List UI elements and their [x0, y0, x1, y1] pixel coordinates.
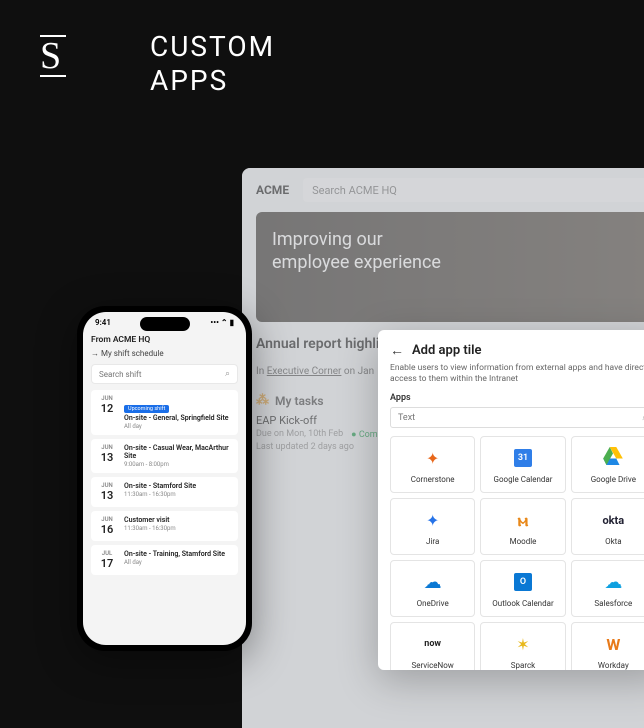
app-tile-servicenow[interactable]: now ServiceNow: [390, 622, 475, 670]
shift-badge: Upcoming shift: [124, 405, 169, 413]
apps-label: Apps: [390, 393, 644, 403]
shift-date: JUL17: [97, 550, 117, 570]
gcal-icon: 31: [512, 447, 534, 469]
shift-search[interactable]: ⌕: [91, 364, 238, 384]
shift-date: JUN12: [97, 395, 117, 430]
shift-time: 9:00am - 8:00pm: [124, 461, 232, 468]
app-name: Outlook Calendar: [492, 599, 553, 608]
app-tile-onedrive[interactable]: ☁ OneDrive: [390, 560, 475, 617]
servicenow-icon: now: [422, 633, 444, 655]
shift-title: Customer visit: [124, 516, 232, 524]
app-name: Okta: [605, 537, 622, 546]
add-app-panel: ← Add app tile Enable users to view info…: [378, 330, 644, 670]
app-name: Salesforce: [594, 599, 632, 608]
shift-schedule-link[interactable]: → My shift schedule: [91, 349, 238, 358]
panel-description: Enable users to view information from ex…: [390, 363, 644, 385]
shift-title: On-site - General, Springfield Site: [124, 414, 232, 422]
moodle-icon: ⲙ: [512, 509, 534, 531]
app-name: Workday: [598, 661, 629, 670]
app-name: Google Calendar: [494, 475, 553, 484]
shift-title: On-site - Casual Wear, MacArthur Site: [124, 444, 232, 460]
app-name: ServiceNow: [412, 661, 454, 670]
app-name: Jira: [426, 537, 439, 546]
jira-icon: ✦: [422, 509, 444, 531]
salesforce-icon: ☁: [602, 571, 624, 593]
status-icons: ••• ⌃ ▮: [210, 318, 234, 327]
shift-time: All day: [124, 423, 232, 430]
app-tile-sparck[interactable]: ✶ Sparck: [480, 622, 565, 670]
app-tile-workday[interactable]: W Workday: [571, 622, 644, 670]
app-tile-salesforce[interactable]: ☁ Salesforce: [571, 560, 644, 617]
app-tile-moodle[interactable]: ⲙ Moodle: [480, 498, 565, 555]
back-icon[interactable]: ←: [390, 342, 404, 359]
cornerstone-icon: ✦: [422, 447, 444, 469]
source-label: From ACME HQ: [91, 335, 238, 345]
app-tile-gcal[interactable]: 31 Google Calendar: [480, 436, 565, 493]
shift-item[interactable]: JUN13 On-site - Casual Wear, MacArthur Si…: [91, 439, 238, 473]
outlook-icon: O: [512, 571, 534, 593]
shift-title: On-site - Training, Stamford Site: [124, 550, 232, 558]
shift-date: JUN16: [97, 516, 117, 536]
shift-title: On-site - Stamford Site: [124, 482, 232, 490]
apps-search-input[interactable]: [398, 413, 642, 423]
shift-item[interactable]: JUN16 Customer visit11:30am - 16:30pm: [91, 511, 238, 541]
app-tile-cornerstone[interactable]: ✦ Cornerstone: [390, 436, 475, 493]
shift-date: JUN13: [97, 444, 117, 468]
app-name: Moodle: [510, 537, 537, 546]
gdrive-icon: [602, 447, 624, 469]
shift-search-input[interactable]: [99, 370, 225, 379]
shift-item[interactable]: JUN13 On-site - Stamford Site11:30am - 16…: [91, 477, 238, 507]
phone-notch: [140, 317, 190, 331]
status-time: 9:41: [95, 318, 111, 327]
app-name: Google Drive: [591, 475, 636, 484]
app-tile-gdrive[interactable]: Google Drive: [571, 436, 644, 493]
search-icon: ⌕: [225, 369, 230, 379]
shift-date: JUN13: [97, 482, 117, 502]
phone-mockup: 9:41 ••• ⌃ ▮ From ACME HQ → My shift sch…: [77, 306, 252, 651]
shift-time: 11:30am - 16:30pm: [124, 525, 232, 532]
panel-title: Add app tile: [412, 343, 482, 358]
app-name: Cornerstone: [411, 475, 455, 484]
app-tile-okta[interactable]: okta Okta: [571, 498, 644, 555]
page-title: CUSTOM APPS: [150, 30, 275, 97]
shift-time: 11:30am - 16:30pm: [124, 491, 232, 498]
shift-time: All day: [124, 559, 232, 566]
shift-item[interactable]: JUN12 Upcoming shiftOn-site - General, Sp…: [91, 390, 238, 435]
onedrive-icon: ☁: [422, 571, 444, 593]
sparck-icon: ✶: [512, 633, 534, 655]
workday-icon: W: [602, 633, 624, 655]
app-tile-jira[interactable]: ✦ Jira: [390, 498, 475, 555]
shift-item[interactable]: JUL17 On-site - Training, Stamford SiteAl…: [91, 545, 238, 575]
brand-logo: S: [40, 35, 66, 77]
apps-search[interactable]: ⌕: [390, 407, 644, 428]
app-name: Sparck: [511, 661, 535, 670]
app-tile-outlook[interactable]: O Outlook Calendar: [480, 560, 565, 617]
app-name: OneDrive: [417, 599, 449, 608]
okta-icon: okta: [602, 509, 624, 531]
